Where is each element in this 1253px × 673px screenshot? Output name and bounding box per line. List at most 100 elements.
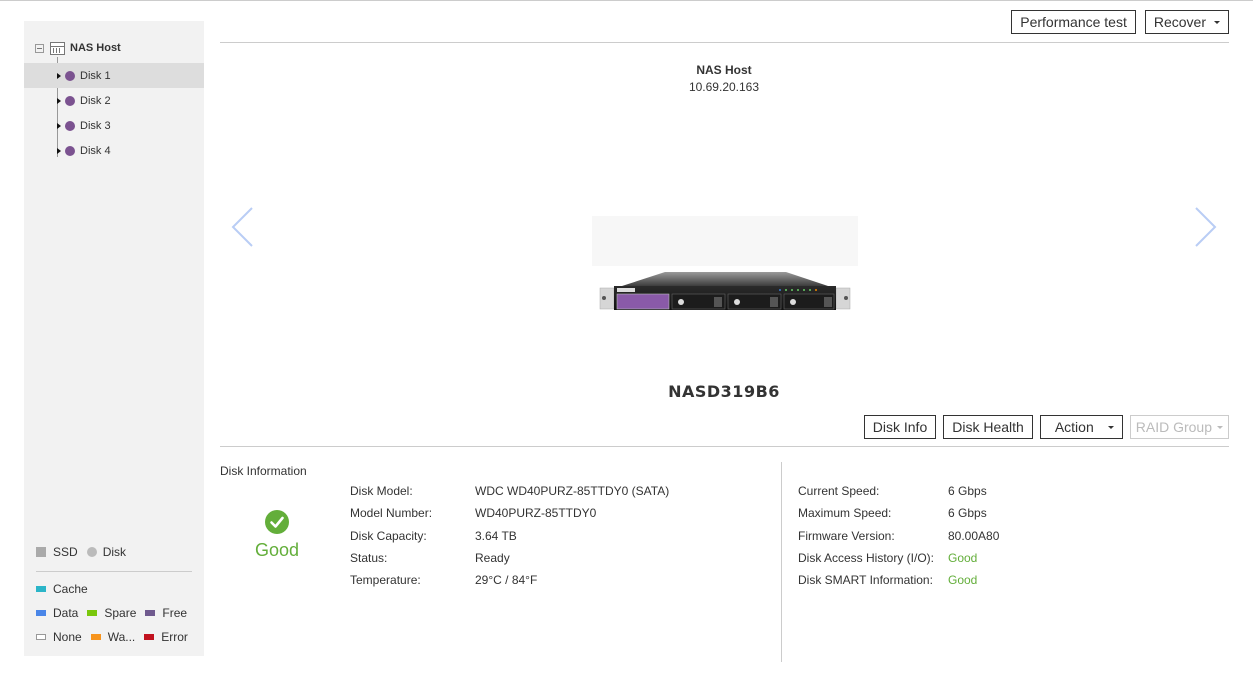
data-swatch-icon xyxy=(36,610,46,616)
legend: SSD Disk Cache Data Spare Free None Wa..… xyxy=(36,545,192,644)
divider xyxy=(220,446,1229,447)
legend-none: None xyxy=(36,630,82,644)
ssd-square-icon xyxy=(36,547,46,557)
info-key: Disk SMART Information: xyxy=(798,573,933,588)
disk-info-right-table: Current Speed: 6 Gbps Maximum Speed: 6 G… xyxy=(798,480,999,591)
disk-icon xyxy=(65,95,75,106)
tree-root-nas-host[interactable]: NAS Host xyxy=(35,40,121,56)
disk-icon xyxy=(65,120,75,131)
check-circle-icon xyxy=(265,510,289,534)
legend-label: Error xyxy=(161,630,188,644)
error-swatch-icon xyxy=(144,634,155,640)
chevron-down-icon xyxy=(1217,426,1223,429)
info-key: Disk Access History (I/O): xyxy=(798,551,935,566)
disk-icon xyxy=(65,70,75,81)
legend-label: Spare xyxy=(104,606,137,620)
sidebar-item-disk-2[interactable]: Disk 2 xyxy=(24,88,204,113)
legend-label: Wa... xyxy=(107,630,136,644)
expand-arrow-icon[interactable] xyxy=(57,97,61,104)
info-row-model-number: Model Number: WD40PURZ-85TTDY0 xyxy=(350,502,669,524)
disk-icon xyxy=(65,145,75,156)
legend-ssd: SSD xyxy=(36,545,78,559)
health-status-text: Good xyxy=(254,540,300,560)
legend-divider xyxy=(36,571,192,572)
nas-device-image xyxy=(592,216,858,310)
cache-swatch-icon xyxy=(36,586,46,592)
info-row-current-speed: Current Speed: 6 Gbps xyxy=(798,480,999,502)
legend-label: Data xyxy=(53,606,79,620)
disk-tree-sidebar: NAS Host Disk 1 Disk 2 Disk 3 Disk 4 SSD… xyxy=(24,21,204,656)
sidebar-item-label: Disk 2 xyxy=(80,94,111,107)
expand-arrow-icon[interactable] xyxy=(57,122,61,129)
expand-arrow-icon[interactable] xyxy=(57,147,61,154)
info-value: 6 Gbps xyxy=(948,484,987,499)
info-value: 29°C / 84°F xyxy=(475,573,538,588)
legend-label: Free xyxy=(162,606,188,620)
info-value-status-good[interactable]: Good xyxy=(948,573,977,587)
sidebar-item-label: Disk 4 xyxy=(80,144,111,157)
chevron-down-icon xyxy=(1214,21,1220,24)
info-row-firmware-version: Firmware Version: 80.00A80 xyxy=(798,525,999,547)
info-key: Disk Model: xyxy=(350,484,413,499)
legend-label: Cache xyxy=(53,582,88,596)
free-swatch-icon xyxy=(145,610,156,616)
performance-test-button[interactable]: Performance test xyxy=(1011,10,1136,34)
info-value: 80.00A80 xyxy=(948,528,1000,543)
chevron-down-icon xyxy=(1107,426,1114,429)
warning-swatch-icon xyxy=(90,634,101,640)
nas-host-icon xyxy=(50,41,65,55)
info-key: Disk Capacity: xyxy=(350,528,427,543)
info-key: Current Speed: xyxy=(798,484,880,499)
health-status: Good xyxy=(247,510,307,561)
collapse-icon[interactable] xyxy=(35,43,44,53)
legend-disk: Disk xyxy=(86,545,127,559)
info-key: Model Number: xyxy=(350,506,433,521)
disk-information-title: Disk Information xyxy=(220,464,307,478)
action-dropdown-button[interactable]: Action xyxy=(1039,415,1123,439)
legend-cache: Cache xyxy=(36,582,88,596)
legend-label: SSD xyxy=(53,545,78,559)
sidebar-item-disk-4[interactable]: Disk 4 xyxy=(24,138,204,163)
disk-info-button[interactable]: Disk Info xyxy=(863,415,937,439)
none-swatch-icon xyxy=(36,634,46,640)
legend-spare: Spare xyxy=(87,606,136,620)
vertical-divider xyxy=(781,462,782,662)
host-name: NAS Host xyxy=(696,63,752,77)
sidebar-item-label: Disk 1 xyxy=(80,69,111,82)
info-value: Ready xyxy=(475,551,510,566)
disk-health-button[interactable]: Disk Health xyxy=(943,415,1033,439)
recover-dropdown-button[interactable]: Recover xyxy=(1144,10,1229,34)
sidebar-item-disk-1[interactable]: Disk 1 xyxy=(24,63,204,88)
info-key: Maximum Speed: xyxy=(798,506,892,521)
sidebar-item-label: Disk 3 xyxy=(80,119,111,132)
info-value-status-good[interactable]: Good xyxy=(948,551,977,565)
info-row-disk-capacity: Disk Capacity: 3.64 TB xyxy=(350,525,669,547)
device-model-name: NASD319B6 xyxy=(668,382,780,401)
info-key: Temperature: xyxy=(350,573,421,588)
spare-swatch-icon xyxy=(87,610,98,616)
info-row-disk-access-history: Disk Access History (I/O): Good xyxy=(798,547,999,569)
disk-circle-icon xyxy=(86,547,97,557)
sidebar-item-disk-3[interactable]: Disk 3 xyxy=(24,113,204,138)
info-row-maximum-speed: Maximum Speed: 6 Gbps xyxy=(798,502,999,524)
info-row-disk-model: Disk Model: WDC WD40PURZ-85TTDY0 (SATA) xyxy=(350,480,669,502)
host-ip: 10.69.20.163 xyxy=(688,80,760,94)
legend-free: Free xyxy=(145,606,187,620)
expand-arrow-icon[interactable] xyxy=(57,72,61,79)
chevron-right-icon[interactable] xyxy=(1194,206,1218,248)
chevron-left-icon[interactable] xyxy=(230,206,254,248)
raid-group-dropdown-button[interactable]: RAID Group xyxy=(1129,415,1229,439)
info-key: Status: xyxy=(350,551,388,566)
action-label: Action xyxy=(1054,419,1094,435)
divider xyxy=(220,42,1229,43)
disk-info-left-table: Disk Model: WDC WD40PURZ-85TTDY0 (SATA) … xyxy=(350,480,669,591)
info-value: WD40PURZ-85TTDY0 xyxy=(475,506,597,521)
info-row-disk-smart-information: Disk SMART Information: Good xyxy=(798,569,999,591)
legend-label: Disk xyxy=(102,545,127,559)
info-key: Firmware Version: xyxy=(798,528,895,543)
top-border xyxy=(0,0,1253,1)
info-row-temperature: Temperature: 29°C / 84°F xyxy=(350,569,669,591)
info-value: WDC WD40PURZ-85TTDY0 (SATA) xyxy=(475,484,670,499)
legend-label: None xyxy=(53,630,82,644)
info-value: 6 Gbps xyxy=(948,506,987,521)
